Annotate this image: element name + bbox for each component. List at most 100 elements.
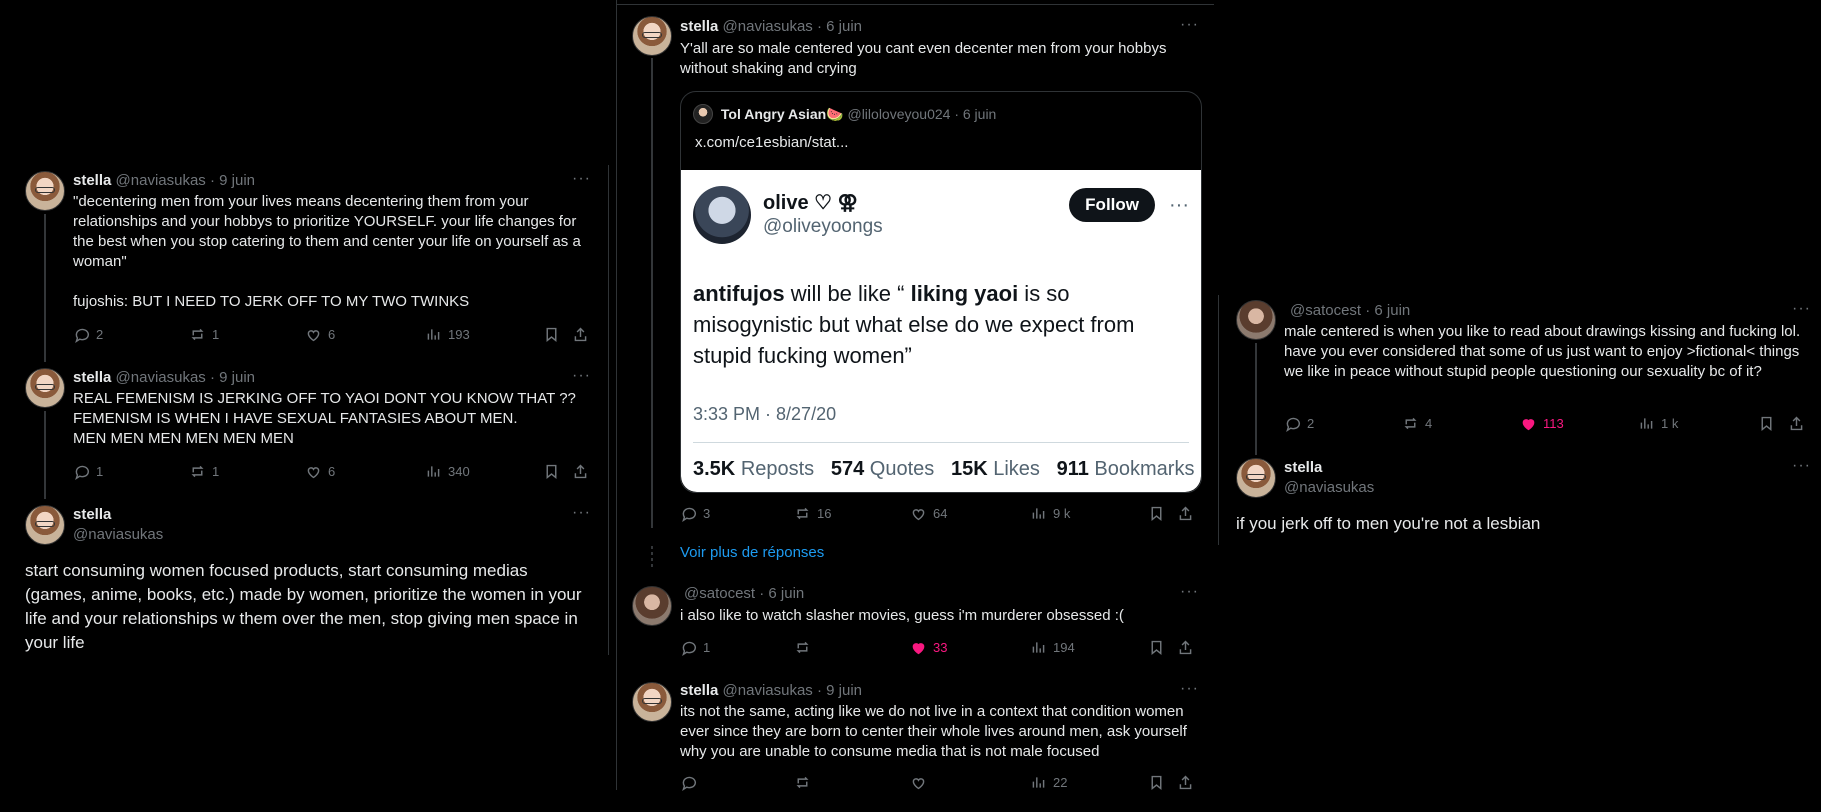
share-button[interactable]: [1177, 505, 1194, 522]
avatar[interactable]: [1236, 300, 1276, 340]
views-button[interactable]: 9 k: [1030, 505, 1070, 522]
views-count: 9 k: [1053, 506, 1071, 521]
more-options-icon[interactable]: ···: [572, 170, 591, 188]
share-button[interactable]: [1177, 639, 1194, 656]
like-button[interactable]: [910, 774, 927, 791]
bookmark-button[interactable]: [543, 463, 560, 480]
quote-link[interactable]: x.com/ce1esbian/stat...: [695, 134, 848, 151]
more-options-icon[interactable]: ···: [572, 504, 591, 522]
author-name[interactable]: stella: [73, 172, 111, 189]
author-handle[interactable]: @naviasukas: [73, 526, 163, 543]
like-icon-filled: [912, 643, 925, 655]
more-options-icon[interactable]: ···: [1180, 680, 1199, 698]
action-bar: 1 1 6 340: [73, 463, 593, 483]
quoted-tweet[interactable]: Tol Angry Asian🍉 @liloloveyou024 · 6 jui…: [680, 91, 1202, 493]
avatar[interactable]: [25, 368, 65, 408]
like-button[interactable]: 64: [910, 505, 947, 522]
author-meta[interactable]: @naviasukas · 9 juin: [723, 682, 862, 699]
action-bar: 22: [680, 774, 1200, 794]
more-options-icon[interactable]: ···: [1180, 16, 1199, 34]
author-name[interactable]: stella: [73, 369, 111, 386]
avatar[interactable]: [632, 682, 672, 722]
like-button[interactable]: 113: [1520, 415, 1564, 432]
bookmark-button[interactable]: [1758, 415, 1775, 432]
reply-button[interactable]: 1: [680, 639, 710, 656]
reply-button[interactable]: 3: [680, 505, 710, 522]
card-text: antifujos will be like “ liking yaoi is …: [693, 278, 1181, 371]
like-count: 6: [328, 327, 336, 342]
card-text-bold: liking yaoi: [910, 281, 1019, 306]
repost-icon: [192, 328, 203, 341]
author-meta[interactable]: @satocest · 6 juin: [684, 585, 804, 602]
bookmark-button[interactable]: [1148, 505, 1165, 522]
author-meta[interactable]: @naviasukas · 9 juin: [116, 369, 255, 386]
action-bar: 2 4 113 1 k: [1284, 415, 1809, 435]
share-button[interactable]: [1788, 415, 1805, 432]
share-button[interactable]: [1177, 774, 1194, 791]
more-options-icon[interactable]: ···: [1792, 300, 1811, 318]
quote-author-meta: @liloloveyou024 · 6 juin: [847, 106, 997, 122]
avatar[interactable]: [25, 505, 65, 545]
tweet-header: stella @naviasukas · 9 juin: [680, 682, 862, 699]
repost-button[interactable]: 16: [794, 505, 831, 522]
share-icon: [574, 464, 587, 479]
views-button[interactable]: 340: [425, 463, 470, 480]
stat-likes-label: Likes: [993, 458, 1040, 480]
show-more-replies-link[interactable]: Voir plus de réponses: [680, 544, 824, 561]
like-button[interactable]: 33: [910, 639, 947, 656]
reply-icon: [75, 328, 90, 343]
views-button[interactable]: 193: [425, 326, 470, 343]
views-button[interactable]: 22: [1030, 774, 1067, 791]
like-icon: [912, 778, 925, 790]
author-name[interactable]: stella: [680, 18, 718, 35]
avatar[interactable]: [632, 586, 672, 626]
follow-button: Follow: [1069, 188, 1155, 222]
author-handle[interactable]: @naviasukas: [1284, 479, 1374, 496]
more-options-icon[interactable]: ···: [572, 367, 591, 385]
tweet-header: stella @naviasukas · 9 juin: [73, 172, 255, 189]
author-name[interactable]: stella: [1284, 459, 1322, 476]
more-options-icon[interactable]: ···: [1180, 583, 1199, 601]
repost-button[interactable]: 1: [189, 326, 219, 343]
repost-button[interactable]: 4: [1402, 415, 1432, 432]
avatar[interactable]: [1236, 458, 1276, 498]
repost-button[interactable]: [794, 639, 811, 656]
middle-panel: stella @naviasukas · 6 juin ··· Y'all ar…: [616, 0, 1214, 812]
author-name[interactable]: stella: [680, 682, 718, 699]
reply-button[interactable]: 1: [73, 463, 103, 480]
tweet-text: i also like to watch slasher movies, gue…: [680, 607, 1124, 624]
avatar[interactable]: [25, 171, 65, 211]
bookmark-button[interactable]: [1148, 639, 1165, 656]
like-button[interactable]: 6: [305, 326, 335, 343]
like-count: 33: [933, 640, 948, 655]
share-button[interactable]: [572, 463, 589, 480]
reply-icon: [75, 465, 90, 480]
bookmark-button[interactable]: [1148, 774, 1165, 791]
tweet-handle: @naviasukas: [73, 526, 163, 543]
reply-button[interactable]: 2: [73, 326, 103, 343]
repost-button[interactable]: [794, 774, 811, 791]
repost-count: 4: [1425, 416, 1433, 431]
repost-button[interactable]: 1: [189, 463, 219, 480]
views-count: 193: [448, 327, 470, 342]
card-stats: 3.5K Reposts 574 Quotes 15K Likes 911 Bo…: [693, 458, 1194, 481]
reply-button[interactable]: 2: [1284, 415, 1314, 432]
card-divider: [693, 442, 1189, 443]
views-count: 340: [448, 464, 470, 479]
author-name[interactable]: stella: [73, 506, 111, 523]
share-button[interactable]: [572, 326, 589, 343]
author-meta[interactable]: @naviasukas · 6 juin: [723, 18, 862, 35]
like-button[interactable]: 6: [305, 463, 335, 480]
bookmark-button[interactable]: [543, 326, 560, 343]
views-button[interactable]: 1 k: [1638, 415, 1678, 432]
card-author-handle: @oliveyoongs: [763, 216, 883, 237]
tweet-header: @satocest · 6 juin: [684, 585, 804, 602]
author-meta[interactable]: @satocest · 6 juin: [1290, 302, 1410, 319]
reply-count: 2: [96, 327, 104, 342]
views-button[interactable]: 194: [1030, 639, 1075, 656]
author-meta[interactable]: @naviasukas · 9 juin: [116, 172, 255, 189]
reply-button[interactable]: [680, 774, 697, 791]
more-options-icon[interactable]: ···: [1792, 457, 1811, 475]
tweet-header: stella @naviasukas · 6 juin: [680, 18, 862, 35]
avatar[interactable]: [632, 16, 672, 56]
